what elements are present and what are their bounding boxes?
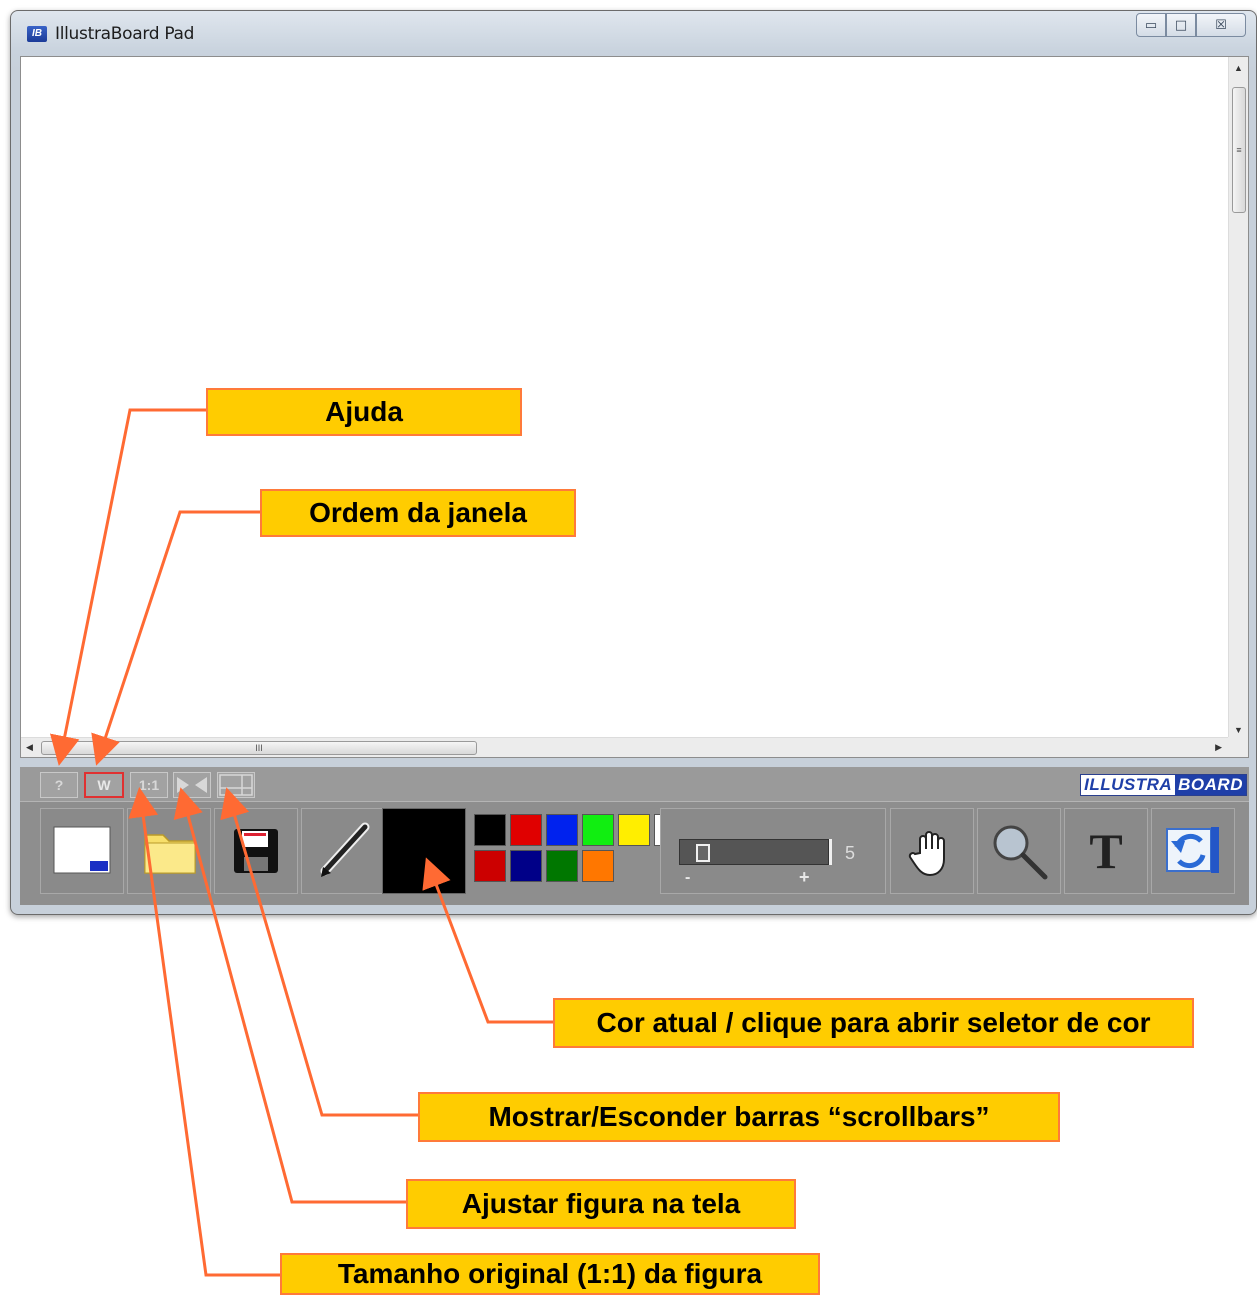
callout-current-color: Cor atual / clique para abrir seletor de… bbox=[553, 998, 1194, 1048]
callout-original-size: Tamanho original (1:1) da figura bbox=[280, 1253, 820, 1295]
callout-window-order: Ordem da janela bbox=[260, 489, 576, 537]
current-color-arrow bbox=[422, 857, 555, 1024]
callout-fit: Ajustar figura na tela bbox=[406, 1179, 796, 1229]
help-arrow bbox=[49, 408, 208, 766]
fit-arrow bbox=[173, 787, 408, 1204]
callout-help: Ajuda bbox=[206, 388, 522, 436]
callout-scrollbars: Mostrar/Esconder barras “scrollbars” bbox=[418, 1092, 1060, 1142]
original-size-arrow bbox=[128, 787, 282, 1277]
window-order-arrow bbox=[91, 510, 262, 766]
screenshot-root: IB IllustraBoard Pad ▭ □ ☒ ▲ ≡ ▼ ◀ III ▶… bbox=[0, 0, 1257, 1295]
